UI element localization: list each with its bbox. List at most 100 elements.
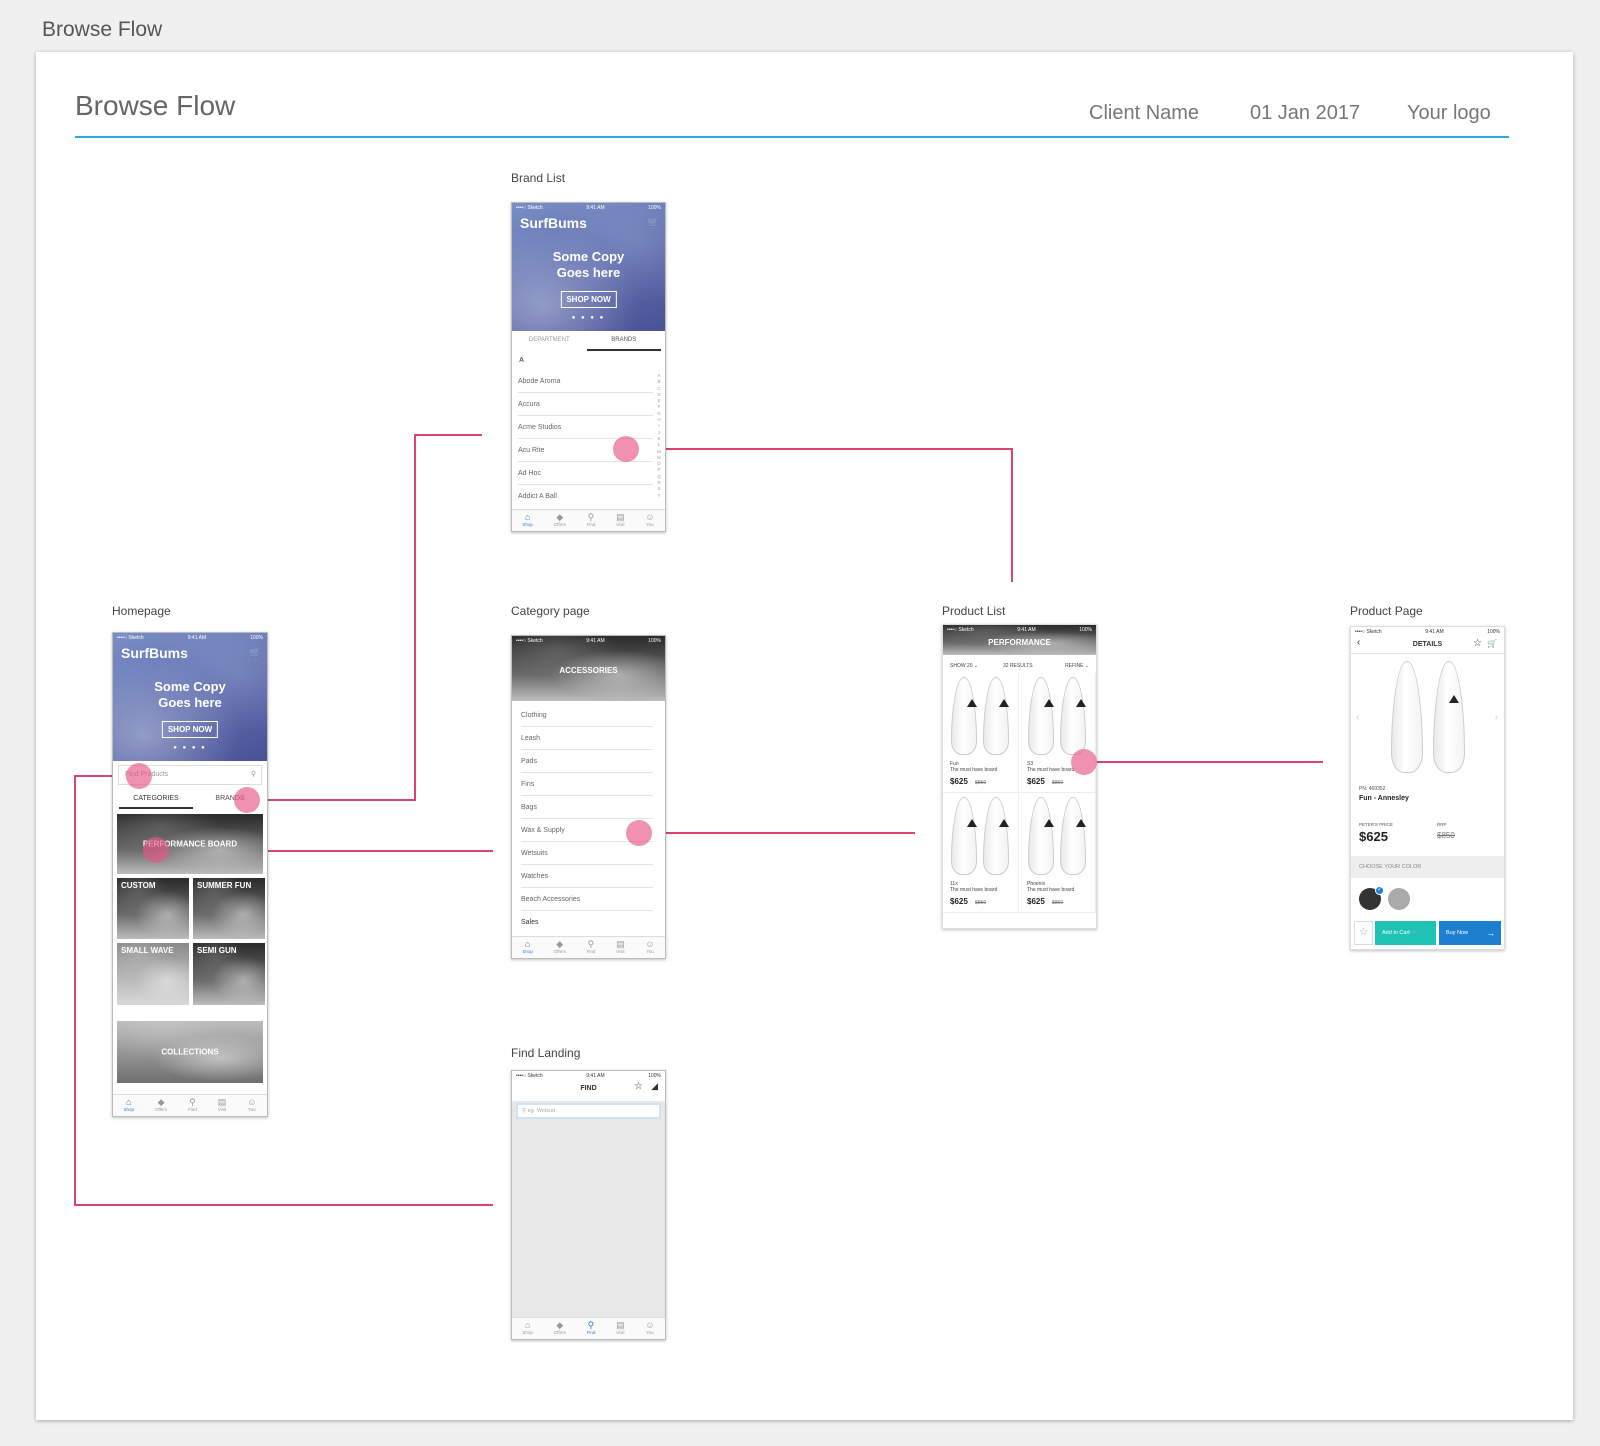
search-icon: ⚲ [587, 512, 595, 522]
category-tile[interactable]: SUMMER FUN [193, 878, 265, 939]
tab-you[interactable]: ☺ You [645, 512, 654, 527]
tab-shop[interactable]: ⌂ Shop [522, 939, 533, 954]
category-row[interactable]: Bags [521, 796, 653, 819]
carousel-dots[interactable]: ● ● ● ● [512, 315, 665, 321]
tab-categories[interactable]: CATEGORIES [119, 791, 193, 809]
hotspot-wax-supply[interactable] [626, 820, 652, 846]
alphabet-letter[interactable]: T [656, 493, 662, 499]
tab-visit[interactable]: ▤ Visit [616, 512, 625, 527]
refine-dropdown[interactable]: REFINE ⌄ [1065, 663, 1089, 669]
category-tile[interactable]: CUSTOM [117, 878, 189, 939]
shop-now-button[interactable]: SHOP NOW [161, 721, 219, 738]
tab-visit[interactable]: ▤ Visit [218, 1097, 227, 1112]
status-bar: ••••○ Sketch 9:41 AM 100% [516, 1073, 661, 1079]
tab-find[interactable]: ⚲ Find [188, 1097, 197, 1112]
tab-find[interactable]: ⚲ Find [587, 939, 596, 954]
brand-row[interactable]: Abode Aroma [518, 370, 653, 393]
artboard-label: Browse Flow [42, 18, 163, 41]
cart-icon[interactable]: 🛒 [648, 217, 659, 228]
category-row[interactable]: Sales [521, 911, 653, 934]
brand-row[interactable]: Addict A Ball [518, 485, 653, 508]
tab-shop[interactable]: ⌂ Shop [123, 1097, 134, 1112]
category-row[interactable]: Leash [521, 727, 653, 750]
wishlist-star-icon[interactable]: ☆ [1354, 921, 1373, 945]
tab-visit[interactable]: ▤ Visit [616, 939, 625, 954]
prev-image-icon[interactable]: ‹ [1356, 712, 1359, 723]
next-image-icon[interactable]: › [1495, 712, 1498, 723]
link-to-category-page [262, 850, 493, 852]
tab-visit[interactable]: ▤ Visit [616, 1320, 625, 1335]
category-tile[interactable]: SEMI GUN [193, 943, 265, 1005]
alphabet-index[interactable]: ABCDEFGHIJKLMNOPQRST [656, 373, 662, 499]
link-category-to-product-list [652, 832, 915, 834]
status-bar: ••••○ Sketch 9:41 AM 100% [117, 635, 263, 641]
product-page-label: Product Page [1350, 604, 1423, 618]
product-page-screen: ••••○ Sketch 9:41 AM 100% ‹ DETAILS ☆ 🛒 ‹ … [1350, 626, 1505, 950]
hotspot-search[interactable] [126, 763, 152, 789]
product-name: 11x The must have board [950, 881, 998, 893]
buy-now-button[interactable]: Buy Now → [1439, 921, 1501, 945]
product-card[interactable]: Fun The must have board $625 $850 [943, 673, 1019, 793]
cart-icon[interactable]: 🛒 [250, 647, 261, 658]
brand-mark-icon [1044, 699, 1054, 707]
tab-bar: ⌂ Shop ◆ Offers ⚲ Find ▤ Visit ☺ You [512, 936, 665, 958]
category-row[interactable]: Pads [521, 750, 653, 773]
brand-row[interactable]: Acme Studios [518, 416, 653, 439]
brand-row[interactable]: Accura [518, 393, 653, 416]
surfboard-front-image [1391, 661, 1423, 773]
hotspot-s3-product[interactable] [1071, 749, 1097, 775]
product-card[interactable]: 11x The must have board $625 $850 [943, 793, 1019, 913]
tab-offers[interactable]: ◆ Offers [554, 1320, 566, 1335]
tab-brands[interactable]: BRANDS [586, 331, 661, 351]
hero-banner: ••••○ Sketch 9:41 AM 100% SurfBums 🛒 Some … [512, 203, 665, 331]
bag-icon[interactable]: ◢ [651, 1081, 658, 1092]
star-icon[interactable]: ☆ [1473, 638, 1482, 649]
find-search-input[interactable]: ⚲ eg. Wetsuit [516, 1103, 661, 1119]
cart-icon[interactable]: 🛒 [1487, 639, 1497, 648]
brand-row[interactable]: Ad Hoc [518, 462, 653, 485]
shop-icon: ⌂ [524, 1320, 531, 1330]
banner-title: PERFORMANCE [988, 638, 1051, 647]
tab-offers[interactable]: ◆ Offers [554, 512, 566, 527]
tab-department[interactable]: DEPARTMENT [512, 331, 587, 351]
tab-find[interactable]: ⚲ Find [587, 512, 596, 527]
shop-now-button[interactable]: SHOP NOW [560, 291, 617, 308]
surfboard-image [983, 677, 1009, 755]
tab-offers[interactable]: ◆ Offers [155, 1097, 167, 1112]
tab-offers[interactable]: ◆ Offers [554, 939, 566, 954]
category-row[interactable]: Fins [521, 773, 653, 796]
show-dropdown[interactable]: SHOW 20 ⌄ [950, 663, 978, 669]
hotspot-brands-tab[interactable] [234, 787, 260, 813]
category-row[interactable]: Beach Accessories [521, 888, 653, 911]
carousel-dots[interactable]: ● ● ● ● [113, 745, 267, 751]
homepage-screen: ••••○ Sketch 9:41 AM 100% SurfBums 🛒 Some … [112, 632, 268, 1117]
hotspot-acu-rite[interactable] [613, 436, 639, 462]
brand-mark-icon [999, 819, 1009, 827]
product-card[interactable]: S3 The must have board $625 $850 [1020, 673, 1096, 793]
rrp-label: RRP [1437, 822, 1447, 827]
featured-tile[interactable]: PERFORMANCE BOARD [117, 814, 263, 874]
hotspot-performance-board[interactable] [143, 837, 169, 863]
search-icon: ⚲ [522, 1108, 527, 1114]
category-row[interactable]: Watches [521, 865, 653, 888]
tab-shop[interactable]: ⌂ Shop [522, 512, 533, 527]
tab-you[interactable]: ☺ You [645, 939, 654, 954]
link-brand-to-product-h [640, 448, 1013, 450]
tab-you[interactable]: ☺ You [645, 1320, 654, 1335]
star-icon[interactable]: ☆ [634, 1081, 643, 1092]
tab-you[interactable]: ☺ You [247, 1097, 256, 1112]
color-swatch-gray[interactable] [1388, 888, 1410, 910]
collections-tile[interactable]: COLLECTIONS [117, 1021, 263, 1083]
user-icon: ☺ [645, 1320, 655, 1330]
category-row[interactable]: Clothing [521, 704, 653, 727]
section-letter: A [519, 357, 525, 364]
was-price: $850 [1052, 900, 1064, 906]
category-tile[interactable]: SMALL WAVE [117, 943, 189, 1005]
tab-shop[interactable]: ⌂ Shop [522, 1320, 533, 1335]
category-row[interactable]: Wetsuits [521, 842, 653, 865]
chevron-down-icon: ⌄ [1084, 663, 1089, 669]
product-card[interactable]: Phoenix The must have board $625 $850 [1020, 793, 1096, 913]
add-to-cart-button[interactable]: Add to Cart 🛒 [1375, 921, 1436, 945]
tab-find[interactable]: ⚲ Find [587, 1320, 596, 1335]
product-list-label: Product List [942, 604, 1006, 618]
